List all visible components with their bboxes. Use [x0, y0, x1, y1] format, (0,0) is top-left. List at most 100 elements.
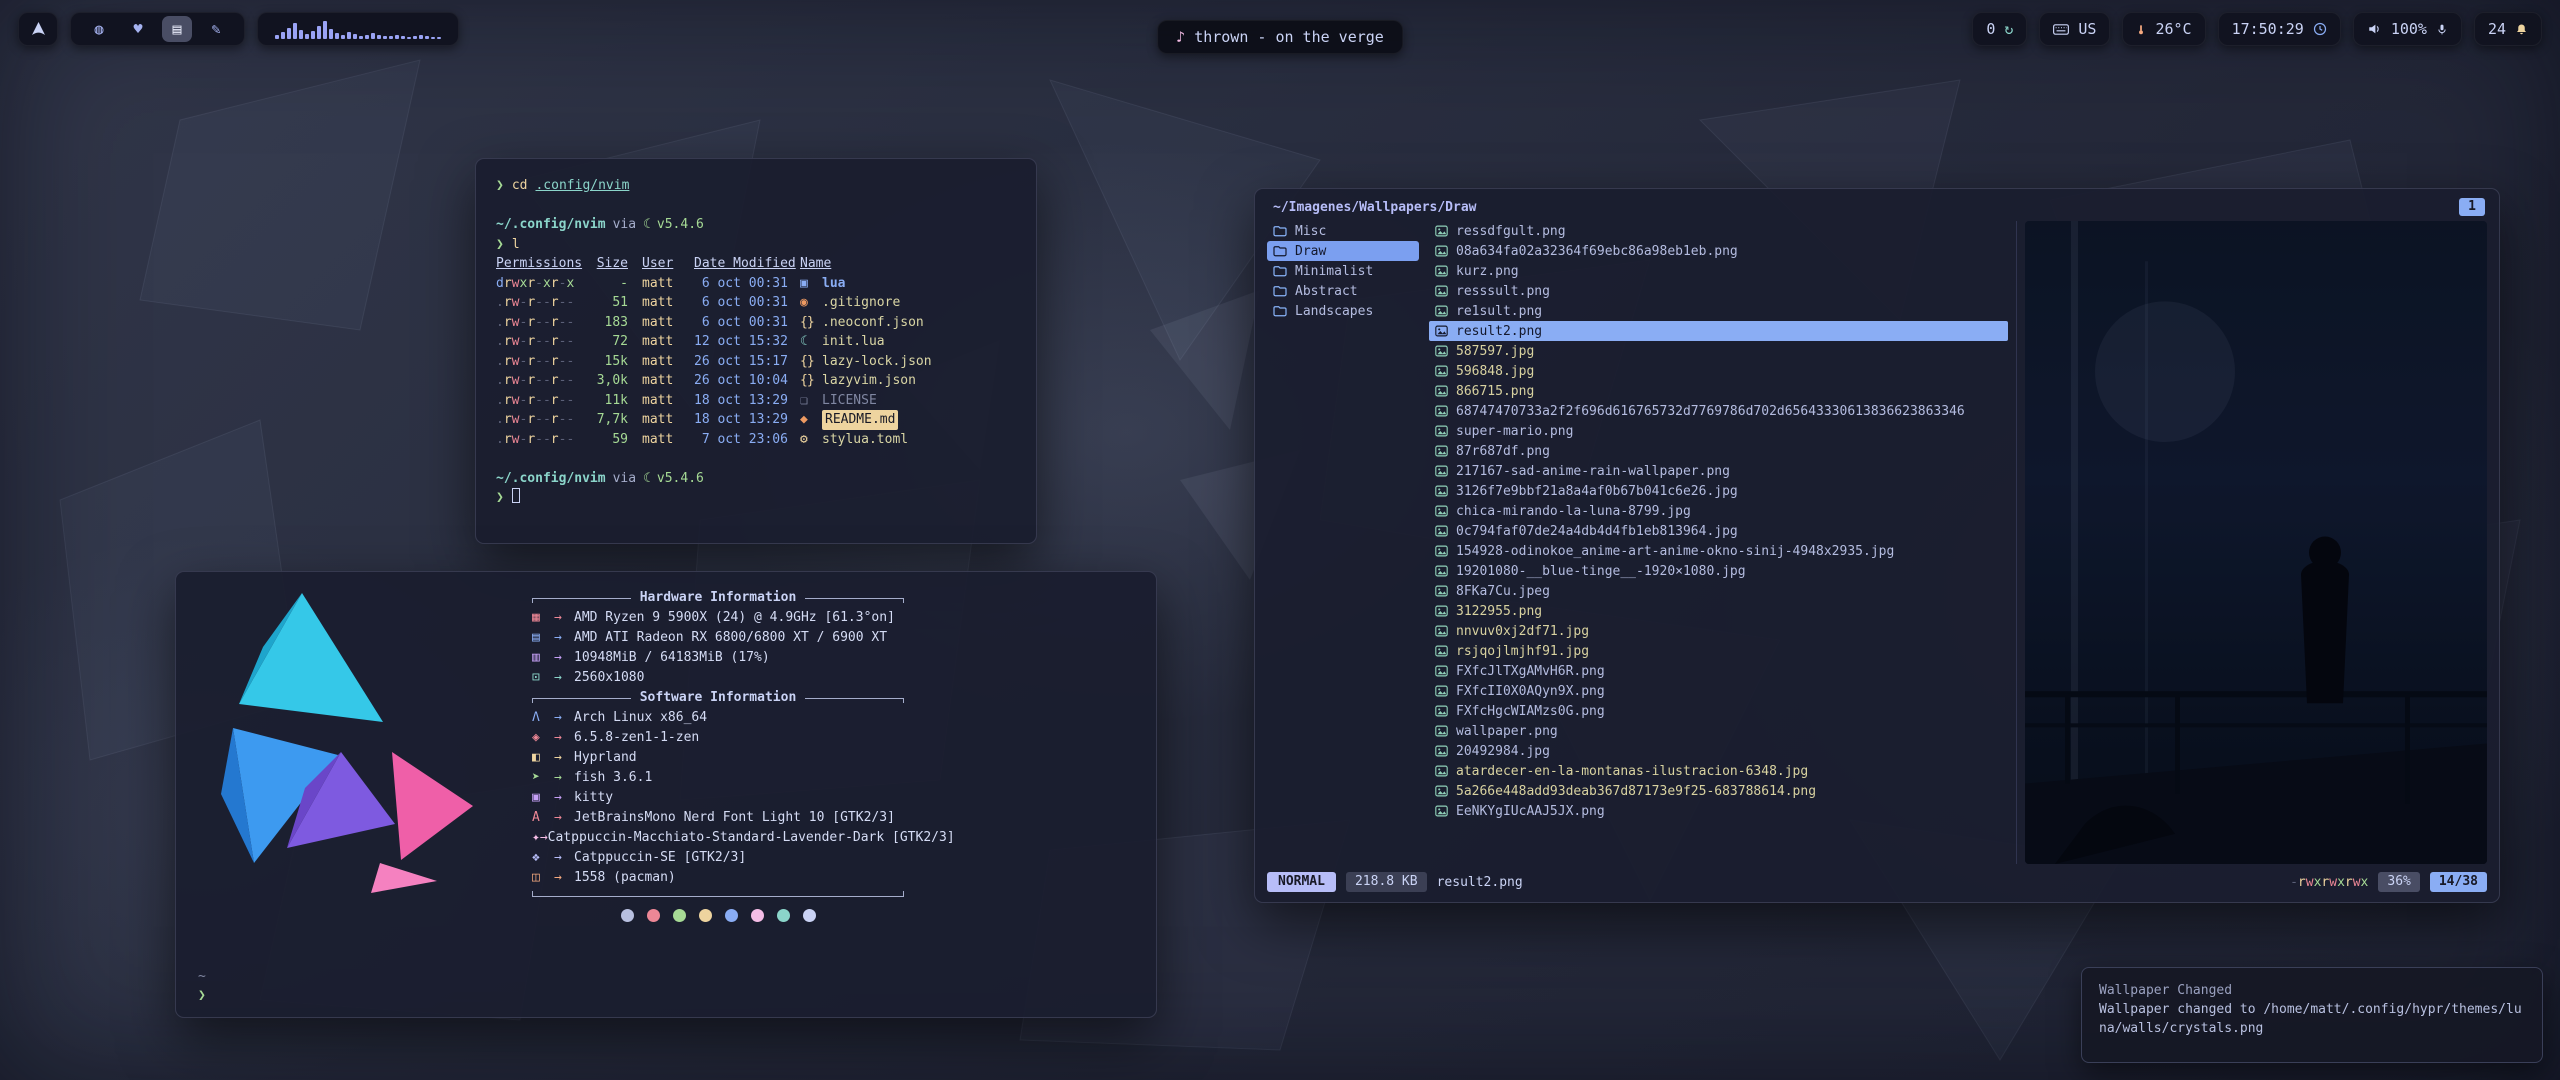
- info-line: → kitty: [532, 788, 904, 808]
- palette-dot: [777, 909, 790, 922]
- file-name: init.lua: [822, 332, 885, 352]
- workspace-button[interactable]: [84, 16, 114, 42]
- file-permissions: -rwxrwxrwx: [2290, 875, 2368, 890]
- arrow-icon: →: [554, 628, 574, 648]
- temperature-value: 26°C: [2155, 20, 2191, 38]
- folder-name: Draw: [1295, 244, 1326, 259]
- info-line: → AMD ATI Radeon RX 6800/6800 XT / 6900 …: [532, 628, 904, 648]
- file-row[interactable]: resssult.png: [1429, 281, 2008, 301]
- image-file-icon: [1435, 425, 1448, 437]
- tab-badge[interactable]: 1: [2459, 198, 2485, 216]
- prompt-symbol: ❯: [496, 237, 504, 252]
- file-manager-window[interactable]: ~/Imagenes/Wallpapers/Draw 1 Misc Draw: [1254, 188, 2500, 903]
- file-row[interactable]: 217167-sad-anime-rain-wallpaper.png: [1429, 461, 2008, 481]
- file-row[interactable]: nnvuv0xj2df71.jpg: [1429, 621, 2008, 641]
- lua-moon-icon: ☾: [643, 217, 651, 232]
- arch-logo-icon: [30, 21, 47, 37]
- volume-module[interactable]: 100%: [2353, 12, 2462, 46]
- folder-row[interactable]: Landscapes: [1267, 301, 1419, 321]
- arrow-icon: →: [554, 788, 574, 808]
- terminal-window-nvim-config[interactable]: ❯cd.config/nvim ~/.config/nvimvia☾v5.4.6…: [475, 158, 1037, 544]
- file-row[interactable]: 3122955.png: [1429, 601, 2008, 621]
- visualizer-bar: [311, 31, 315, 39]
- file-row[interactable]: FXfcJlTXgAMvH6R.png: [1429, 661, 2008, 681]
- file-row[interactable]: kurz.png: [1429, 261, 2008, 281]
- file-row[interactable]: 596848.jpg: [1429, 361, 2008, 381]
- temperature-module[interactable]: 26°C: [2122, 12, 2205, 46]
- file-name: EeNKYgIUcAAJ5JX.png: [1456, 804, 1605, 819]
- workspace-icon: [211, 20, 220, 38]
- file-date: 7 oct 23:06: [694, 430, 800, 450]
- header-user: User: [642, 254, 682, 274]
- info-line: → Hyprland: [532, 748, 904, 768]
- terminal-input-line[interactable]: ❯: [496, 488, 1016, 508]
- updates-module[interactable]: 0 ↻: [1972, 12, 2027, 46]
- folder-row[interactable]: Abstract: [1267, 281, 1419, 301]
- file-row[interactable]: 20492984.jpg: [1429, 741, 2008, 761]
- file-date: 26 oct 15:17: [694, 352, 800, 372]
- file-row[interactable]: re1sult.png: [1429, 301, 2008, 321]
- command-cd: cd: [512, 178, 528, 193]
- keyboard-layout-module[interactable]: US: [2039, 12, 2110, 46]
- image-file-icon: [1435, 485, 1448, 497]
- file-row[interactable]: 3126f7e9bbf21a8a4af0b67b041c6e26.jpg: [1429, 481, 2008, 501]
- ls-row: .rw-r--r-- 59 matt 7 oct 23:06 stylua.to…: [496, 430, 1016, 450]
- media-module[interactable]: ♪ thrown - on the verge: [1157, 20, 1403, 54]
- file-row[interactable]: 19201080-__blue-tinge__-1920×1080.jpg: [1429, 561, 2008, 581]
- file-row[interactable]: 08a634fa02a32364f69ebc86a98eb1eb.png: [1429, 241, 2008, 261]
- visualizer-bar: [425, 36, 429, 39]
- image-file-icon: [1435, 685, 1448, 697]
- visualizer-bar: [335, 33, 339, 39]
- image-file-icon: [1435, 545, 1448, 557]
- folder-row[interactable]: Draw: [1267, 241, 1419, 261]
- crystals-distro-logo: [194, 584, 494, 906]
- clock-module[interactable]: 17:50:29: [2218, 12, 2341, 46]
- workspace-button[interactable]: [201, 16, 231, 42]
- notification-count: 24: [2488, 20, 2506, 38]
- visualizer-bar: [317, 26, 321, 39]
- file-row[interactable]: 0c794faf07de24a4db4d4fb1eb813964.jpg: [1429, 521, 2008, 541]
- file-row[interactable]: wallpaper.png: [1429, 721, 2008, 741]
- ls-row: .rw-r--r-- 11k matt 18 oct 13:29 LICENSE: [496, 391, 1016, 411]
- file-row[interactable]: FXfcHgcWIAMzs0G.png: [1429, 701, 2008, 721]
- file-row[interactable]: rsjqojlmjhf91.jpg: [1429, 641, 2008, 661]
- file-size: 59: [588, 430, 628, 450]
- folder-row[interactable]: Minimalist: [1267, 261, 1419, 281]
- terminal-window-fastfetch[interactable]: Hardware Information → AMD Ryzen 9 5900X…: [175, 571, 1157, 1018]
- header-name: Name: [800, 254, 831, 274]
- file-row[interactable]: FXfcII0X0AQyn9X.png: [1429, 681, 2008, 701]
- file-row[interactable]: super-mario.png: [1429, 421, 2008, 441]
- parent-folder-pane: Misc Draw Minimalist Abstract: [1267, 221, 1419, 864]
- notification-toast[interactable]: Wallpaper Changed Wallpaper changed to /…: [2081, 967, 2543, 1063]
- file-row[interactable]: atardecer-en-la-montanas-ilustracion-634…: [1429, 761, 2008, 781]
- ls-row: .rw-r--r-- 183 matt 6 oct 00:31 .neoconf…: [496, 313, 1016, 333]
- app-launcher-button[interactable]: [18, 12, 58, 46]
- file-row[interactable]: 5a266e448add93deab367d87173e9f25-6837886…: [1429, 781, 2008, 801]
- visualizer-bar: [323, 21, 327, 39]
- workspace-button[interactable]: [123, 16, 153, 42]
- file-row[interactable]: 68747470733a2f2f696d616765732d7769786d70…: [1429, 401, 2008, 421]
- image-file-icon: [1435, 285, 1448, 297]
- file-row[interactable]: 587597.jpg: [1429, 341, 2008, 361]
- file-row[interactable]: ressdfgult.png: [1429, 221, 2008, 241]
- visualizer-bar: [287, 28, 291, 39]
- file-name: lazyvim.json: [822, 371, 916, 391]
- notifications-module[interactable]: 24: [2474, 12, 2542, 46]
- file-manager-body: Misc Draw Minimalist Abstract: [1267, 221, 2487, 864]
- file-row[interactable]: EeNKYgIUcAAJ5JX.png: [1429, 801, 2008, 821]
- section-footer-line: [532, 891, 904, 897]
- image-file-icon: [1435, 565, 1448, 577]
- file-row[interactable]: 87r687df.png: [1429, 441, 2008, 461]
- file-row[interactable]: 154928-odinokoe_anime-art-anime-okno-sin…: [1429, 541, 2008, 561]
- file-name: rsjqojlmjhf91.jpg: [1456, 644, 1589, 659]
- file-row[interactable]: result2.png: [1429, 321, 2008, 341]
- info-line: → Arch Linux x86_64: [532, 708, 904, 728]
- image-file-icon: [1435, 465, 1448, 477]
- file-row[interactable]: 866715.png: [1429, 381, 2008, 401]
- file-row[interactable]: chica-mirando-la-luna-8799.jpg: [1429, 501, 2008, 521]
- folder-row[interactable]: Misc: [1267, 221, 1419, 241]
- fetch-terminal-prompt[interactable]: ~ ❯: [198, 967, 206, 1005]
- visualizer-bar: [329, 29, 333, 39]
- file-row[interactable]: 8FKa7Cu.jpeg: [1429, 581, 2008, 601]
- workspace-button[interactable]: [162, 16, 192, 42]
